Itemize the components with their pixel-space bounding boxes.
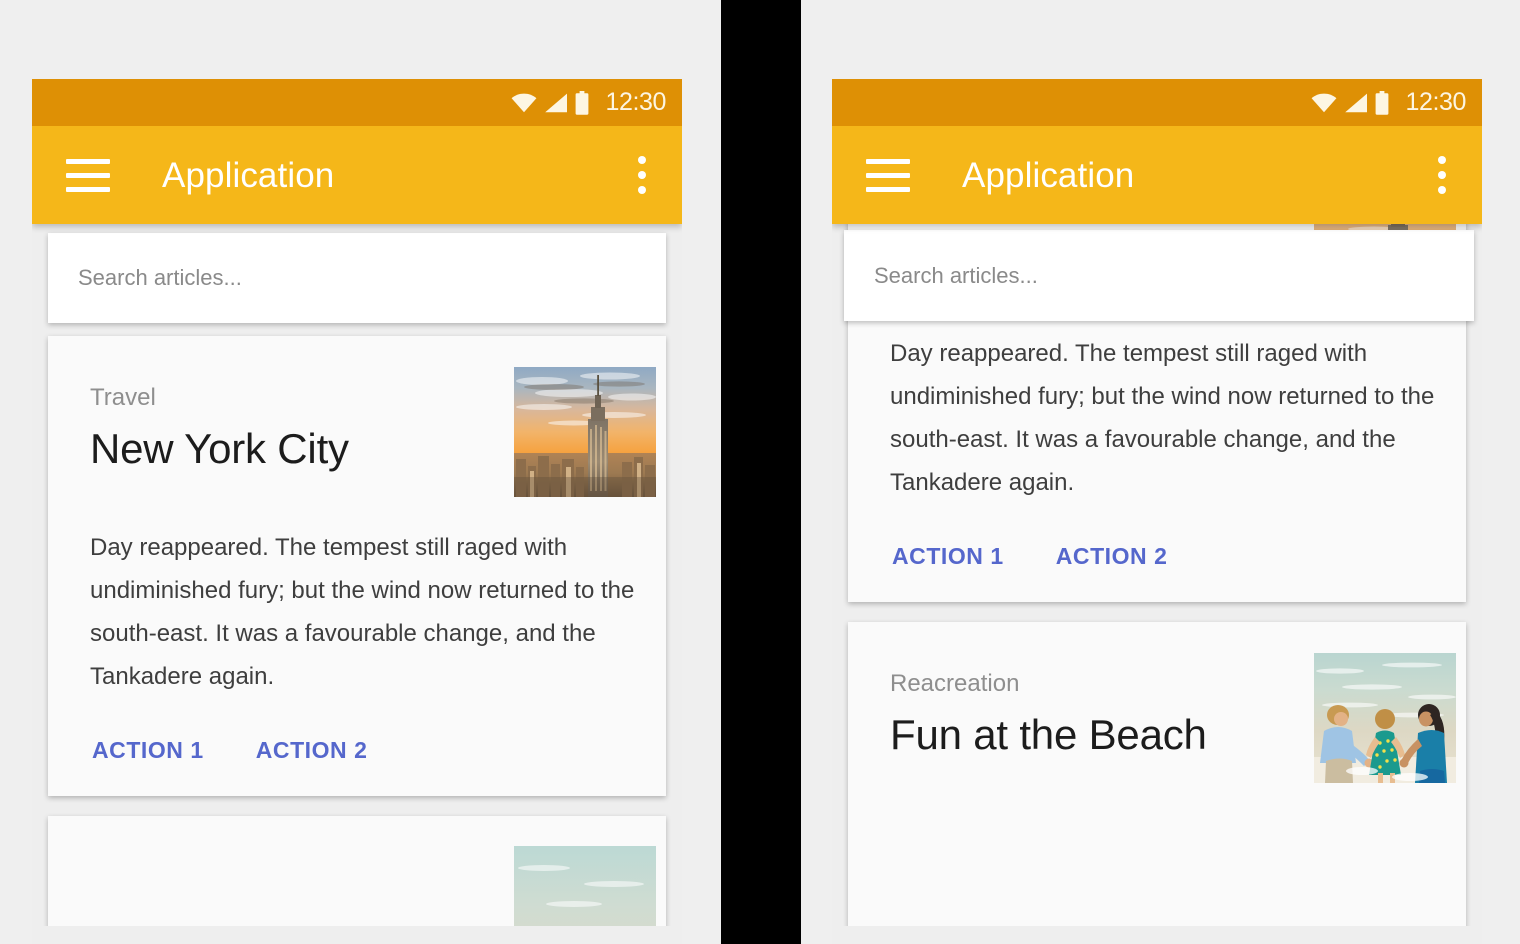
overflow-menu-icon[interactable] [1438, 156, 1446, 194]
action-2-button[interactable]: ACTION 2 [1056, 545, 1168, 568]
status-bar-right: 12:30 [832, 79, 1482, 126]
torn-edge-left [32, 926, 682, 944]
signal-icon [1344, 93, 1368, 113]
battery-icon [1375, 91, 1389, 115]
signal-icon [544, 93, 568, 113]
comparison-stage: 12:30 Application Search articles... Tra… [0, 0, 1520, 944]
search-placeholder-left: Search articles... [78, 267, 242, 289]
hamburger-menu-icon[interactable] [66, 159, 110, 192]
torn-edge-right [832, 926, 1482, 944]
search-input[interactable]: Search articles... [844, 230, 1474, 321]
overflow-menu-icon[interactable] [638, 156, 646, 194]
action-2-button[interactable]: ACTION 2 [256, 739, 368, 762]
article-card[interactable]: Travel New York City [48, 336, 666, 796]
card-category: Travel [90, 386, 156, 410]
phone-panel-left: 12:30 Application Search articles... Tra… [32, 79, 682, 944]
app-bar-right: Application [832, 126, 1482, 224]
card-title: Fun at the Beach [890, 714, 1207, 756]
card-body: Day reappeared. The tempest still raged … [890, 332, 1435, 504]
status-icons-left: 12:30 [511, 90, 666, 115]
card-thumbnail-new-york-city [514, 367, 656, 497]
hamburger-menu-icon[interactable] [866, 159, 910, 192]
article-card-partial[interactable] [48, 816, 666, 944]
card-body: Day reappeared. The tempest still raged … [90, 526, 635, 698]
content-scroll-right[interactable]: New York City [832, 224, 1482, 944]
status-icons-right: 12:30 [1311, 90, 1466, 115]
panel-divider [721, 0, 801, 944]
phone-panel-right: 12:30 Application New York City [832, 79, 1482, 944]
app-bar-title-left: Application [162, 158, 334, 193]
card-thumbnail-beach [1314, 653, 1456, 783]
search-placeholder-right: Search articles... [874, 265, 1038, 287]
action-1-button[interactable]: ACTION 1 [92, 739, 204, 762]
action-1-button[interactable]: ACTION 1 [892, 545, 1004, 568]
article-card[interactable]: Reacreation Fun at the Beach [848, 622, 1466, 944]
app-bar-title-right: Application [962, 158, 1134, 193]
battery-icon [575, 91, 589, 115]
wifi-icon [1311, 93, 1337, 113]
new-york-city-skyline-sunset-photo [514, 367, 656, 497]
card-actions: ACTION 1 ACTION 2 [892, 545, 1168, 568]
family-at-the-beach-photo [1314, 653, 1456, 783]
status-time-right: 12:30 [1405, 90, 1466, 115]
search-input[interactable]: Search articles... [48, 233, 666, 323]
card-title: New York City [90, 428, 349, 470]
content-scroll-left[interactable]: Search articles... Travel New York City [32, 224, 682, 944]
status-time-left: 12:30 [605, 90, 666, 115]
card-actions: ACTION 1 ACTION 2 [92, 739, 368, 762]
status-bar-left: 12:30 [32, 79, 682, 126]
app-bar-left: Application [32, 126, 682, 224]
wifi-icon [511, 93, 537, 113]
card-category: Reacreation [890, 672, 1019, 696]
